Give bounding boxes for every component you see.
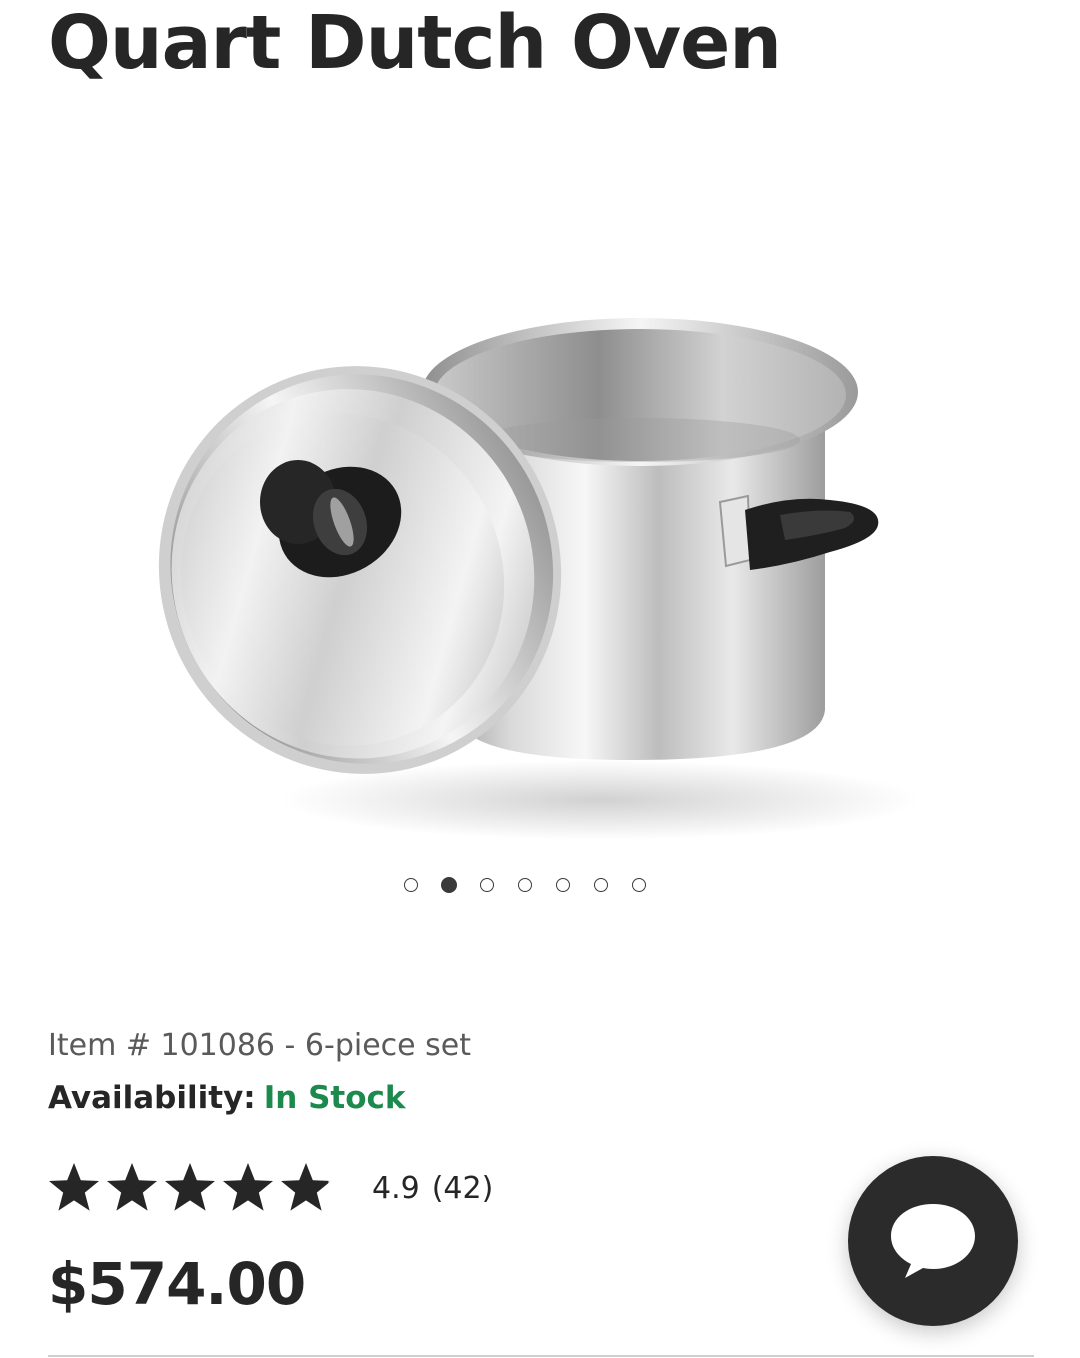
availability-status: In Stock (263, 1080, 406, 1116)
product-title: Quart Dutch Oven (48, 0, 782, 86)
rating-summary: 4.9 (42) (372, 1171, 493, 1206)
product-price: $574.00 (48, 1250, 306, 1318)
product-image[interactable] (130, 240, 950, 860)
product-page: Quart Dutch Oven Item # 101086 - 6-piece… (0, 0, 1080, 1358)
star-icon (223, 1163, 273, 1211)
image-carousel-pagination (404, 877, 646, 893)
carousel-dot[interactable] (518, 878, 532, 892)
product-rating[interactable]: 4.9 (42) (46, 1160, 493, 1216)
availability-label: Availability: (48, 1080, 256, 1116)
rating-count: (42) (431, 1170, 494, 1206)
carousel-dot[interactable] (556, 878, 570, 892)
rating-stars (46, 1160, 334, 1216)
star-icon (281, 1163, 331, 1211)
star-icon (107, 1163, 157, 1211)
availability: Availability: In Stock (48, 1080, 406, 1116)
item-number-line: Item # 101086 - 6-piece set (48, 1028, 472, 1063)
star-icon (49, 1163, 99, 1211)
rating-value: 4.9 (372, 1170, 420, 1206)
carousel-dot[interactable] (404, 878, 418, 892)
chat-button[interactable] (848, 1156, 1018, 1326)
carousel-dot[interactable] (632, 878, 646, 892)
carousel-dot[interactable] (480, 878, 494, 892)
star-icon (165, 1163, 215, 1211)
speech-bubble-icon (891, 1204, 975, 1278)
carousel-dot[interactable] (441, 877, 457, 893)
divider (48, 1355, 1034, 1357)
carousel-dot[interactable] (594, 878, 608, 892)
